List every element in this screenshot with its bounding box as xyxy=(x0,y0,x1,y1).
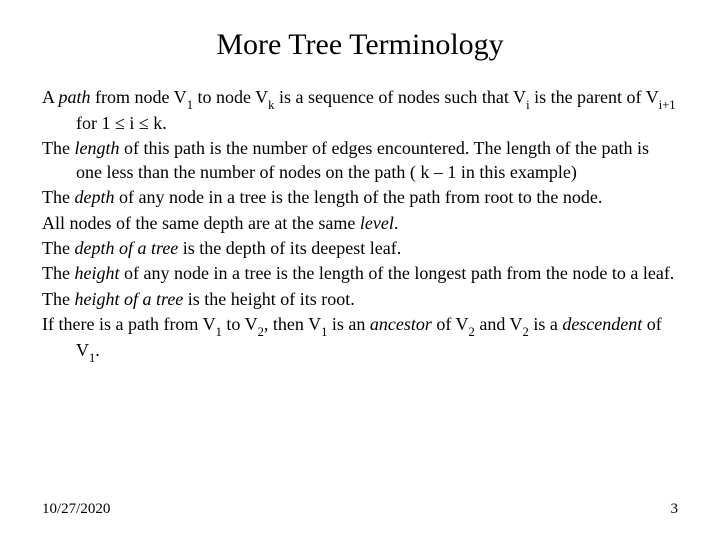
footer-page-number: 3 xyxy=(671,501,679,518)
text: is the parent of V xyxy=(530,87,659,107)
text: , then V xyxy=(264,314,321,334)
text: is an xyxy=(327,314,370,334)
sub: 2 xyxy=(258,325,264,339)
text: to node V xyxy=(193,87,268,107)
term-height-tree: height of a tree xyxy=(74,289,183,309)
term-path: path xyxy=(59,87,91,107)
text: The xyxy=(42,289,74,309)
term-ancestor: ancestor xyxy=(370,314,432,334)
text: All nodes of the same depth are at the s… xyxy=(42,213,360,233)
text: is the depth of its deepest leaf. xyxy=(178,238,401,258)
para-height-tree: The height of a tree is the height of it… xyxy=(42,288,678,311)
text: is a sequence of nodes such that V xyxy=(274,87,526,107)
sub: i xyxy=(526,98,530,112)
text: A xyxy=(42,87,59,107)
sub: 1 xyxy=(187,98,193,112)
text: The xyxy=(42,238,74,258)
text: and V xyxy=(475,314,523,334)
footer-date: 10/27/2020 xyxy=(42,501,110,518)
term-depth-tree: depth of a tree xyxy=(74,238,178,258)
text: of V xyxy=(432,314,469,334)
term-descendent: descendent xyxy=(562,314,642,334)
footer: 10/27/2020 3 xyxy=(42,501,678,518)
sub: 1 xyxy=(321,325,327,339)
text: of any node in a tree is the length of t… xyxy=(119,263,674,283)
sub: 1 xyxy=(216,325,222,339)
term-depth: depth xyxy=(74,187,114,207)
para-ancestor: If there is a path from V1 to V2, then V… xyxy=(42,313,678,365)
text: The xyxy=(42,138,74,158)
text: for 1 ≤ i ≤ k. xyxy=(76,113,167,133)
text: is the height of its root. xyxy=(183,289,354,309)
para-path: A path from node V1 to node Vk is a sequ… xyxy=(42,86,678,135)
term-length: length xyxy=(74,138,119,158)
sub: 2 xyxy=(469,325,475,339)
text: . xyxy=(394,213,399,233)
text: The xyxy=(42,187,74,207)
text: The xyxy=(42,263,74,283)
sub: 1 xyxy=(89,351,95,365)
slide-body: A path from node V1 to node Vk is a sequ… xyxy=(42,86,678,365)
para-height: The height of any node in a tree is the … xyxy=(42,262,678,285)
text: from node V xyxy=(91,87,187,107)
text: . xyxy=(95,340,100,360)
para-level: All nodes of the same depth are at the s… xyxy=(42,212,678,235)
term-height: height xyxy=(74,263,119,283)
sub: i+1 xyxy=(659,98,676,112)
text: of any node in a tree is the length of t… xyxy=(114,187,602,207)
slide: More Tree Terminology A path from node V… xyxy=(0,0,720,540)
para-length: The length of this path is the number of… xyxy=(42,137,678,184)
text: of this path is the number of edges enco… xyxy=(76,138,649,181)
slide-title: More Tree Terminology xyxy=(42,28,678,62)
sub: k xyxy=(268,98,274,112)
text: to V xyxy=(222,314,258,334)
para-depth-tree: The depth of a tree is the depth of its … xyxy=(42,237,678,260)
text: is a xyxy=(529,314,563,334)
text: If there is a path from V xyxy=(42,314,216,334)
sub: 2 xyxy=(523,325,529,339)
para-depth: The depth of any node in a tree is the l… xyxy=(42,186,678,209)
term-level: level xyxy=(360,213,394,233)
